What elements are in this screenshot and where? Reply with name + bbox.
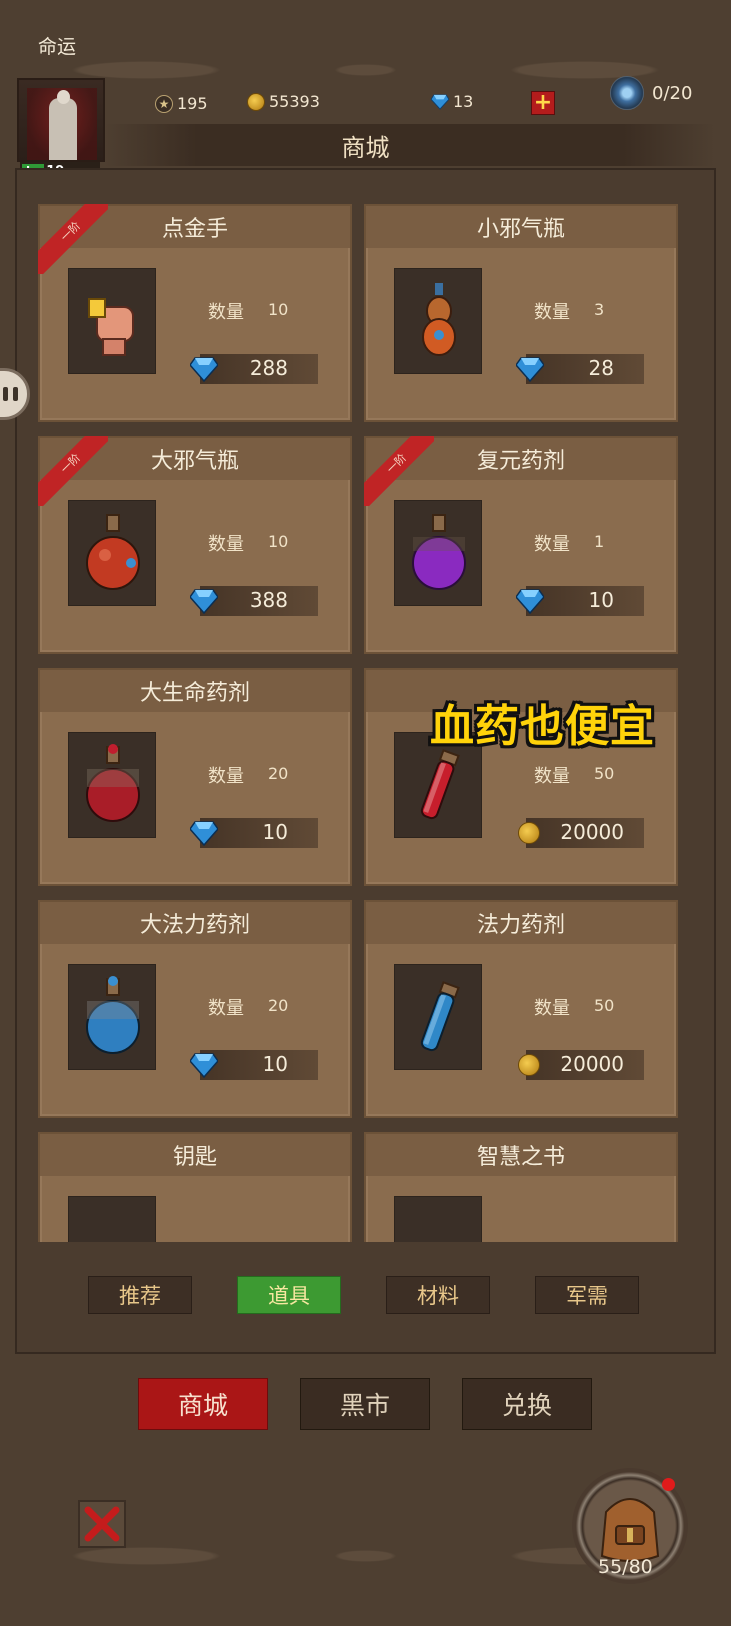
item-name: 法力药剂	[366, 902, 676, 944]
item-name: 小邪气瓶	[366, 206, 676, 248]
shop-item-card[interactable]: 大生命药剂 数量 20 10	[38, 668, 352, 886]
restoration-potion-icon	[412, 514, 466, 590]
item-thumbnail	[394, 268, 482, 374]
shop-item-card[interactable]: 钥匙	[38, 1132, 352, 1242]
stamina-counter: ★ 195	[155, 94, 208, 113]
tab-shop[interactable]: 商城	[138, 1378, 268, 1430]
close-button[interactable]	[78, 1500, 126, 1548]
gem-counter: 13	[431, 92, 473, 111]
subtab-items[interactable]: 道具	[237, 1276, 341, 1314]
item-thumbnail	[394, 500, 482, 606]
coin-icon	[247, 92, 265, 111]
item-thumbnail	[68, 732, 156, 838]
price-value: 288	[249, 356, 288, 380]
quantity-value: 1	[594, 532, 605, 551]
quota-counter[interactable]: 0/20	[610, 76, 692, 110]
shop-item-card[interactable]: 法力药剂 数量 50 20000	[364, 900, 678, 1118]
item-name: 钥匙	[40, 1134, 350, 1176]
gem-value: 13	[453, 92, 474, 111]
large-mana-potion-icon	[86, 976, 140, 1054]
item-name: 智慧之书	[366, 1134, 676, 1176]
quantity-value: 10	[268, 300, 289, 319]
price-value: 20000	[560, 820, 624, 844]
quantity-value: 50	[594, 996, 615, 1015]
price-value: 10	[262, 820, 288, 844]
tier-ribbon: 一阶	[364, 436, 434, 506]
shop-item-card[interactable]: 复元药剂 一阶 数量 1 10	[364, 436, 678, 654]
shop-item-card[interactable]: 大法力药剂 数量 20 10	[38, 900, 352, 1118]
quantity-label: 数量	[534, 534, 570, 555]
quantity-value: 20	[268, 996, 289, 1015]
subtab-recommended[interactable]: 推荐	[88, 1276, 192, 1314]
shop-item-card[interactable]: 小邪气瓶 数量 3 28	[364, 204, 678, 422]
price-value: 10	[262, 1052, 288, 1076]
coin-icon	[518, 1054, 540, 1076]
item-thumbnail	[68, 500, 156, 606]
tier-ribbon: 一阶	[38, 436, 108, 506]
diamond-icon	[190, 821, 218, 846]
diamond-icon	[190, 1053, 218, 1078]
golden-fist-icon	[88, 298, 134, 356]
gold-counter: 55393	[247, 92, 320, 111]
top-ornament	[0, 0, 731, 140]
small-evil-bottle-icon	[422, 283, 456, 356]
subtab-supplies[interactable]: 军需	[535, 1276, 639, 1314]
diamond-icon	[190, 589, 218, 614]
price-value: 28	[588, 356, 614, 380]
page-title: 商城	[341, 134, 390, 162]
shop-item-card[interactable]: 智慧之书	[364, 1132, 678, 1242]
shop-item-card[interactable]: 点金手 一阶 数量 10 288	[38, 204, 352, 422]
item-name: 大法力药剂	[40, 902, 350, 944]
large-health-potion-icon	[86, 744, 140, 822]
quantity-label: 数量	[208, 534, 244, 555]
item-thumbnail	[68, 268, 156, 374]
item-thumbnail	[394, 964, 482, 1070]
quantity-label: 数量	[534, 766, 570, 787]
quantity-value: 50	[594, 764, 615, 783]
quota-value: 0/20	[652, 82, 693, 104]
gold-value: 55393	[269, 92, 320, 111]
diamond-icon	[431, 93, 449, 110]
player-name: 命运	[38, 36, 77, 58]
item-thumbnail	[394, 1196, 482, 1242]
coin-icon	[518, 822, 540, 844]
tier-ribbon: 一阶	[38, 204, 108, 274]
diamond-icon	[516, 589, 544, 614]
plus-icon: +	[533, 90, 553, 115]
star-icon: ★	[155, 94, 173, 113]
item-thumbnail	[68, 1196, 156, 1242]
quantity-value: 20	[268, 764, 289, 783]
price-value: 388	[249, 588, 288, 612]
quantity-label: 数量	[534, 998, 570, 1019]
diamond-icon	[190, 357, 218, 382]
notification-dot	[662, 1478, 675, 1491]
stamina-value: 195	[177, 94, 208, 113]
close-icon	[84, 1506, 120, 1542]
quantity-label: 数量	[208, 766, 244, 787]
quantity-label: 数量	[534, 302, 570, 323]
quantity-label: 数量	[208, 998, 244, 1019]
quantity-value: 3	[594, 300, 605, 319]
subtab-materials[interactable]: 材料	[386, 1276, 490, 1314]
item-thumbnail	[68, 964, 156, 1070]
add-gems-button[interactable]: +	[531, 91, 555, 115]
large-evil-bottle-icon	[86, 514, 140, 590]
item-name: 大生命药剂	[40, 670, 350, 712]
diamond-icon	[516, 357, 544, 382]
mana-vial-icon	[420, 981, 460, 1052]
promo-caption: 血药也便宜	[430, 701, 655, 752]
shop-item-card[interactable]: 大邪气瓶 一阶 数量 10 388	[38, 436, 352, 654]
backpack-capacity: 55/80	[598, 1556, 653, 1578]
tab-black-market[interactable]: 黑市	[300, 1378, 430, 1430]
price-value: 20000	[560, 1052, 624, 1076]
portal-icon	[610, 76, 644, 110]
quantity-value: 10	[268, 532, 289, 551]
price-value: 10	[588, 588, 614, 612]
quantity-label: 数量	[208, 302, 244, 323]
tab-exchange[interactable]: 兑换	[462, 1378, 592, 1430]
